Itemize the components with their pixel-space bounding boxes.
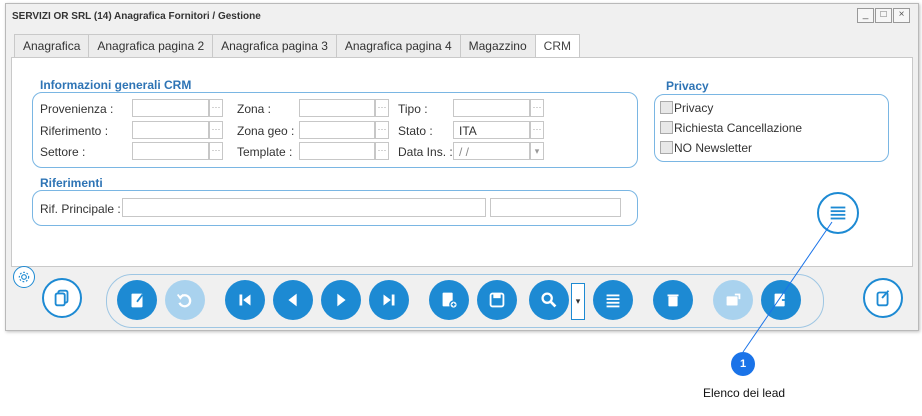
- previous-record-icon: [288, 293, 297, 307]
- delete-button[interactable]: [653, 280, 693, 320]
- minimize-button[interactable]: _: [857, 8, 874, 23]
- settore-field[interactable]: [132, 142, 209, 160]
- zona-label: Zona :: [237, 102, 272, 116]
- export-icon: [726, 293, 741, 306]
- tab-magazzino[interactable]: Magazzino: [459, 34, 536, 57]
- next-record-button[interactable]: [321, 280, 361, 320]
- save-button[interactable]: [477, 280, 517, 320]
- save-icon: [489, 292, 505, 308]
- no-newsletter-label: NO Newsletter: [674, 141, 753, 155]
- search-button[interactable]: [529, 280, 569, 320]
- gear-icon: [18, 271, 30, 283]
- list-icon: [606, 294, 620, 308]
- settore-label: Settore :: [40, 145, 86, 159]
- provenienza-field[interactable]: [132, 99, 209, 117]
- crm-panel: Informazioni generali CRM Provenienza : …: [11, 57, 913, 267]
- data-ins-dropdown[interactable]: ▾: [530, 142, 544, 160]
- window-title: SERVIZI OR SRL (14) Anagrafica Fornitori…: [12, 11, 261, 22]
- provenienza-label: Provenienza :: [40, 102, 114, 116]
- window-controls: _ □ ×: [856, 8, 910, 23]
- application-window: SERVIZI OR SRL (14) Anagrafica Fornitori…: [5, 3, 919, 331]
- copy-button[interactable]: [42, 278, 82, 318]
- data-ins-label: Data Ins. :: [398, 145, 453, 159]
- stato-lookup-button[interactable]: ···: [530, 121, 544, 139]
- last-record-icon: [383, 294, 395, 306]
- delete-icon: [667, 294, 679, 307]
- template-label: Template :: [237, 145, 293, 159]
- provenienza-lookup-button[interactable]: ···: [209, 99, 223, 117]
- stato-label: Stato :: [398, 124, 433, 138]
- maximize-button[interactable]: □: [875, 8, 892, 23]
- tab-anagrafica[interactable]: Anagrafica: [14, 34, 90, 57]
- zona-field[interactable]: [299, 99, 375, 117]
- riferimento-field[interactable]: [132, 121, 209, 139]
- tab-anagrafica-pagina-4[interactable]: Anagrafica pagina 4: [335, 34, 461, 57]
- edit-button[interactable]: [117, 280, 157, 320]
- new-document-icon: [442, 292, 458, 309]
- tab-anagrafica-pagina-2[interactable]: Anagrafica pagina 2: [88, 34, 214, 57]
- riferimento-label: Riferimento :: [40, 124, 109, 138]
- template-lookup-button[interactable]: ···: [375, 142, 389, 160]
- next-record-icon: [337, 293, 346, 307]
- copy-document-icon: [54, 289, 69, 307]
- richiesta-cancellazione-checkbox[interactable]: [660, 121, 673, 134]
- zona-lookup-button[interactable]: ···: [375, 99, 389, 117]
- no-newsletter-checkbox[interactable]: [660, 141, 673, 154]
- rif-principale-secondary-field[interactable]: [490, 198, 621, 217]
- privacy-section-title: Privacy: [666, 79, 709, 93]
- elenco-lead-button[interactable]: [817, 192, 859, 234]
- title-bar: SERVIZI OR SRL (14) Anagrafica Fornitori…: [6, 4, 918, 30]
- first-record-button[interactable]: [225, 280, 265, 320]
- rif-principale-label: Rif. Principale :: [40, 202, 121, 216]
- undo-button[interactable]: [165, 280, 205, 320]
- new-button[interactable]: [429, 280, 469, 320]
- tab-crm[interactable]: CRM: [534, 34, 580, 58]
- zona-geo-lookup-button[interactable]: ···: [375, 121, 389, 139]
- edit-document-icon: [131, 293, 144, 308]
- edit-right-button[interactable]: [863, 278, 903, 318]
- search-dropdown-button[interactable]: ▾: [571, 283, 585, 320]
- privacy-checkbox-label: Privacy: [674, 101, 714, 115]
- settore-lookup-button[interactable]: ···: [209, 142, 223, 160]
- close-button[interactable]: ×: [893, 8, 910, 23]
- last-record-button[interactable]: [369, 280, 409, 320]
- tab-anagrafica-pagina-3[interactable]: Anagrafica pagina 3: [212, 34, 337, 57]
- riferimenti-section-title: Riferimenti: [40, 176, 103, 190]
- zona-geo-label: Zona geo :: [237, 124, 295, 138]
- settings-button[interactable]: [13, 266, 35, 288]
- undo-icon: [176, 293, 192, 308]
- tipo-lookup-button[interactable]: ···: [530, 99, 544, 117]
- search-icon: [541, 292, 557, 308]
- export-button[interactable]: [713, 280, 753, 320]
- template-field[interactable]: [299, 142, 375, 160]
- zona-geo-field[interactable]: [299, 121, 375, 139]
- callout-badge: 1: [731, 352, 755, 376]
- tipo-field[interactable]: [453, 99, 530, 117]
- callout-label: Elenco dei lead: [703, 386, 786, 400]
- tipo-label: Tipo :: [398, 102, 428, 116]
- data-ins-field[interactable]: / /: [453, 142, 530, 160]
- riferimento-lookup-button[interactable]: ···: [209, 121, 223, 139]
- list-icon: [830, 206, 846, 220]
- export-out-button[interactable]: [761, 280, 801, 320]
- richiesta-cancellazione-label: Richiesta Cancellazione: [674, 121, 803, 135]
- rif-principale-field[interactable]: [122, 198, 486, 217]
- export-out-icon: [774, 293, 790, 307]
- tab-bar: Anagrafica Anagrafica pagina 2 Anagrafic…: [14, 34, 580, 58]
- previous-record-button[interactable]: [273, 280, 313, 320]
- list-button[interactable]: [593, 280, 633, 320]
- crm-section-title: Informazioni generali CRM: [40, 78, 192, 92]
- edit-document-icon: [876, 290, 890, 307]
- stato-field[interactable]: ITA: [453, 121, 530, 139]
- privacy-checkbox[interactable]: [660, 101, 673, 114]
- first-record-icon: [239, 294, 251, 306]
